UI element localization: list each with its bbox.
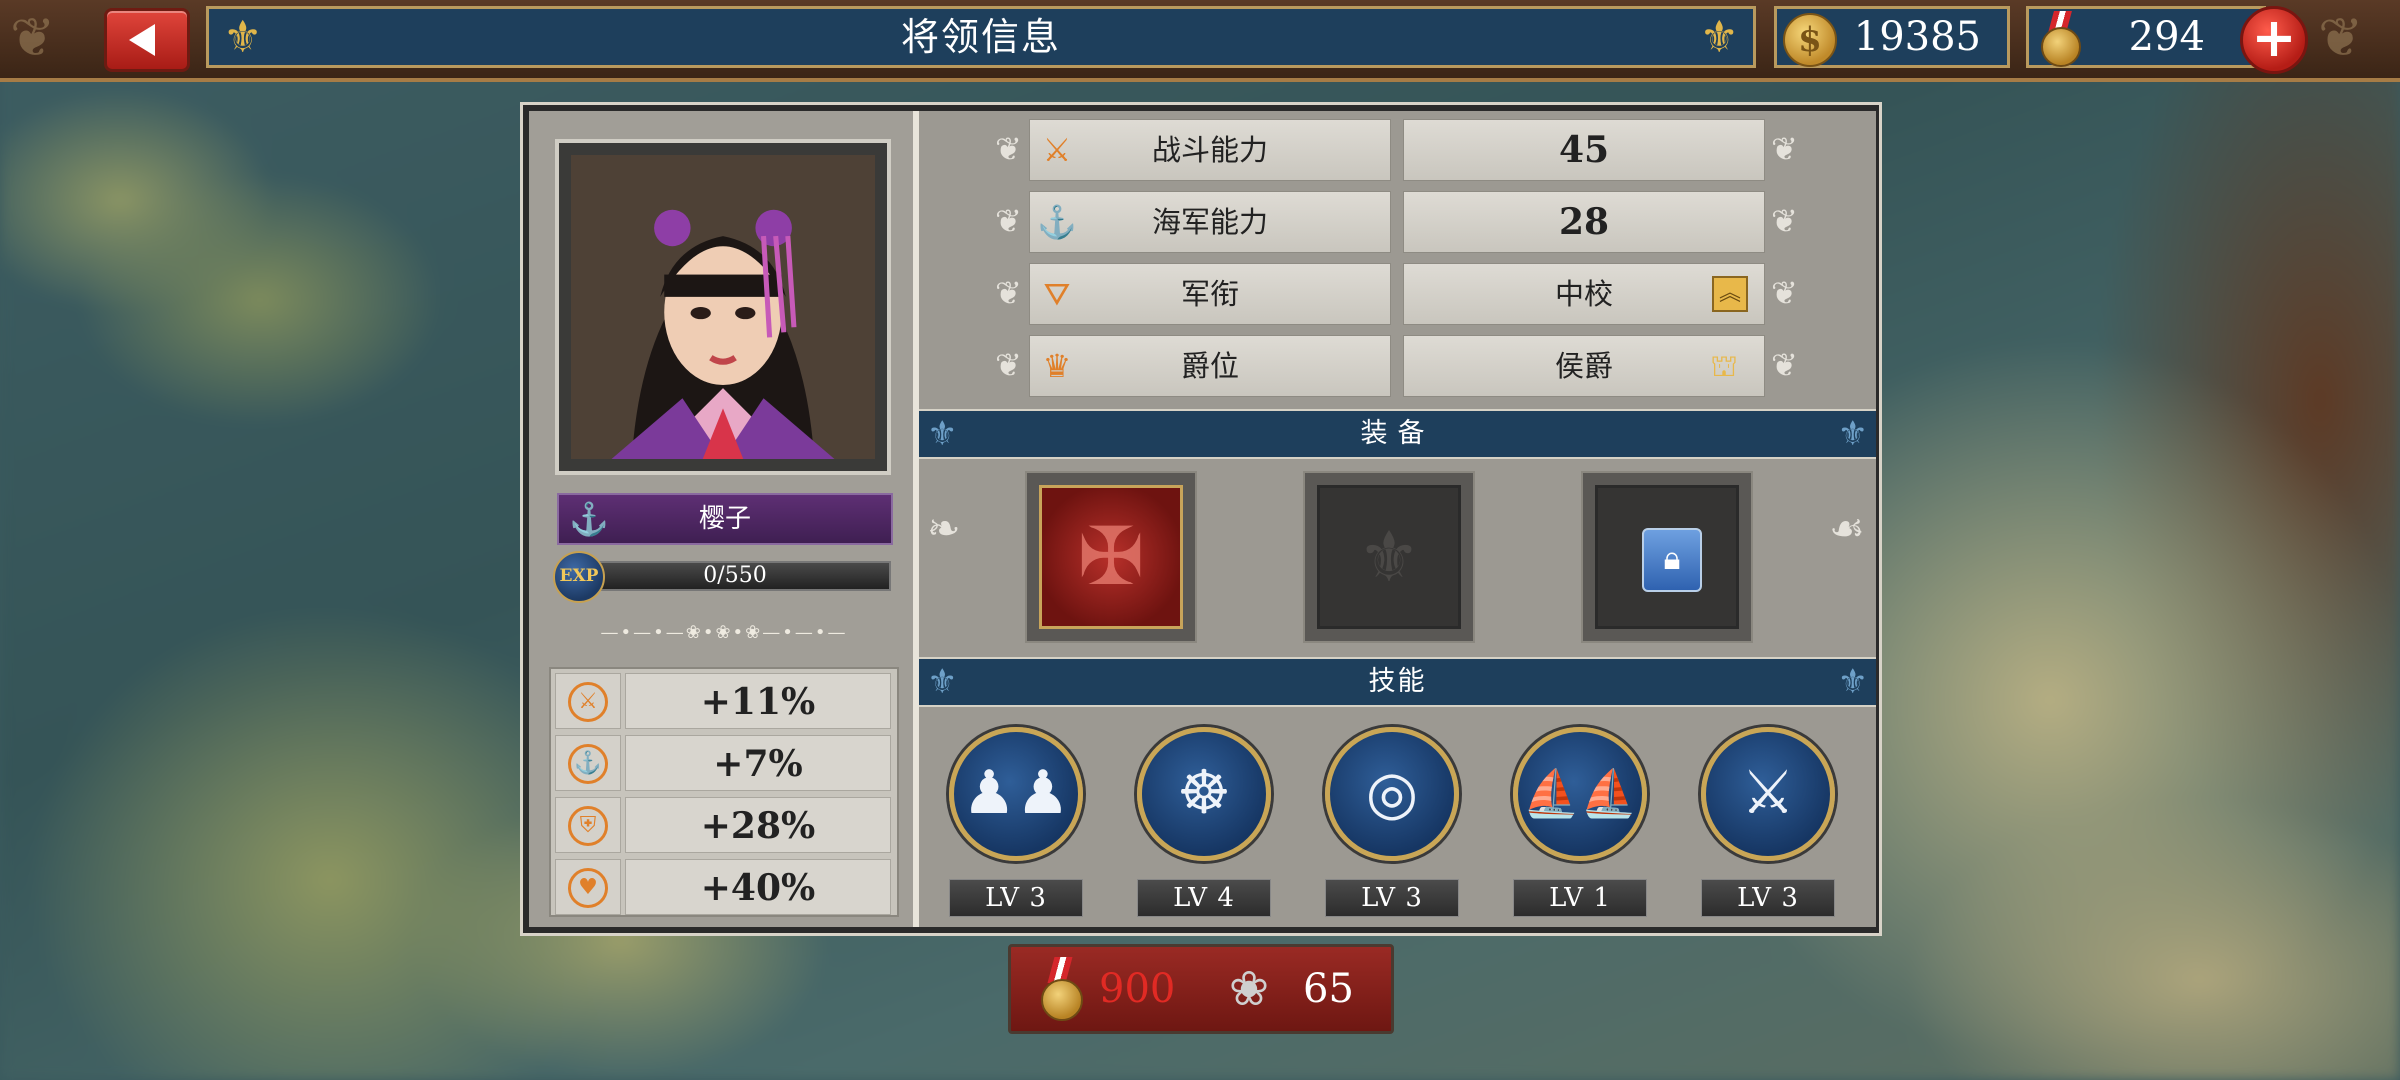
skill-1[interactable]: ♟♟ LV 3 [947,727,1087,927]
equipment-slot-1[interactable]: ✠ [1025,471,1197,643]
flower-icon: ❀ [1228,961,1270,1017]
side-ornament-icon: ❦ [995,346,1022,384]
skill-2[interactable]: ☸ LV 4 [1135,727,1275,927]
ship-wheel-icon: ☸ [1137,727,1271,861]
skill-3[interactable]: ◎ LV 3 [1323,727,1463,927]
top-bar: ❦ ❦ ⚜ 将领信息 ⚜ $ 19385 294 + [0,0,2400,82]
crossed-sabers-icon: ⚔ [1701,727,1835,861]
cost-display: 900 ❀ 65 [1008,944,1394,1034]
peerage-hat-icon: ⛫ [1710,349,1738,384]
left-ornament: ❦ [10,6,56,69]
anchor-bonus-icon: ⚓ [568,744,608,784]
bonus-value: +40% [700,867,816,909]
bonus-value: +7% [713,743,803,785]
back-arrow-icon [129,24,155,56]
equipment-slot-2[interactable]: ⚜ [1303,471,1475,643]
shield-bonus-icon: ⛨ [568,806,608,846]
exp-bar: 0/550 [579,561,891,591]
bonus-table: ⚔ +11% ⚓ +7% ⛨ +28% ♥ +40% [549,667,899,917]
portrait-image [571,155,875,459]
red-crest-icon: ✠ [1039,485,1183,629]
stat-row-naval: ❦ 海军能力 ⚓ 28 ❦ [919,187,1876,253]
side-ornament-icon: ❦ [995,130,1022,168]
side-ornament-icon: ❦ [1771,274,1798,312]
medal-cost-value: 900 [1099,966,1176,1012]
side-ornament-icon: ❦ [995,202,1022,240]
skill-level: LV 1 [1513,879,1647,917]
target-icon: ◎ [1325,727,1459,861]
skills-header: ⚜ 技能 ⚜ [919,657,1876,707]
rank-chevron-icon: ⛛ [1043,275,1071,313]
skill-level: LV 3 [949,879,1083,917]
coin-counter: $ 19385 [1774,6,2010,68]
fleur-placeholder-icon: ⚜ [1317,485,1461,629]
ornamental-divider: —•—•—❀•❀•❀—•—•— [600,622,848,643]
stat-value: 中校 [1554,277,1613,311]
general-name-bar: ⚓ 樱子 [557,493,893,545]
medal-value: 294 [2128,14,2205,60]
bonus-row: ⛨ +28% [551,793,897,853]
bonus-row: ♥ +40% [551,855,897,915]
title-bar: ⚜ 将领信息 ⚜ [206,6,1756,68]
fleur-icon: ⚜ [1837,662,1868,702]
coin-icon: $ [1783,13,1837,67]
side-ornament-icon: ❧ [927,506,961,552]
side-ornament-icon: ❦ [995,274,1022,312]
lock-icon: 🔒︎ [1642,528,1702,592]
general-details-column: ❦ 战斗能力 ⚔ 45 ❦ ❦ 海军能力 ⚓ 28 ❦ ❦ 军衔 ⛛ 中校 ︽ … [919,111,1876,927]
crossed-swords-icon: ⚔ [1042,131,1072,169]
general-info-panel: ⚓ 樱子 0/550 EXP —•—•—❀•❀•❀—•—•— ⚔ +11% ⚓ … [520,102,1882,936]
equipment-slot-3[interactable]: 🔒︎ [1581,471,1753,643]
general-portrait[interactable] [571,155,875,459]
fleet-icon: ⛵⛵ [1513,727,1647,861]
bonus-value: +28% [700,805,816,847]
skill-level: LV 4 [1137,879,1271,917]
general-name: 樱子 [698,504,751,534]
stat-row-combat: ❦ 战斗能力 ⚔ 45 ❦ [919,115,1876,181]
medal-icon [2037,11,2083,67]
skill-level: LV 3 [1325,879,1459,917]
skills-title: 技能 [1368,666,1427,697]
general-profile-column: ⚓ 樱子 0/550 EXP —•—•—❀•❀•❀—•—•— ⚔ +11% ⚓ … [529,111,913,927]
portrait-frame [555,139,891,475]
stat-row-rank: ❦ 军衔 ⛛ 中校 ︽ ❦ [919,259,1876,325]
coin-value: 19385 [1853,14,1981,60]
back-button[interactable] [104,8,190,72]
add-medals-button[interactable]: + [2240,6,2308,74]
equipment-title: 装备 [1360,418,1435,449]
exp-badge-icon: EXP [553,551,605,603]
medal-counter: 294 [2026,6,2266,68]
bonus-row: ⚔ +11% [551,669,897,729]
right-ornament: ❦ [2318,6,2364,69]
heart-bonus-icon: ♥ [568,868,608,908]
soldiers-icon: ♟♟ [949,727,1083,861]
fleur-icon: ⚜ [1699,12,1739,63]
skill-5[interactable]: ⚔ LV 3 [1699,727,1839,927]
skill-4[interactable]: ⛵⛵ LV 1 [1511,727,1651,927]
anchor-icon: ⚓ [1037,203,1077,241]
bonus-row: ⚓ +7% [551,731,897,791]
page-title: 将领信息 [900,15,1061,59]
flower-cost-value: 65 [1303,966,1354,1012]
stat-row-title: ❦ 爵位 ♛ 侯爵 ⛫ ❦ [919,331,1876,397]
exp-value: 0/550 [703,563,767,588]
rank-insignia-icon: ︽ [1712,276,1748,312]
equipment-header: ⚜ 装备 ⚜ [919,409,1876,459]
side-ornament-icon: ❦ [1771,130,1798,168]
skill-level: LV 3 [1701,879,1835,917]
side-ornament-icon: ☙ [1829,506,1865,552]
sword-bonus-icon: ⚔ [568,682,608,722]
crown-icon: ♛ [1042,347,1072,385]
medal-icon [1037,957,1083,1023]
stat-value: 28 [1558,201,1610,243]
side-ornament-icon: ❦ [1771,346,1798,384]
fleur-icon: ⚜ [1837,414,1868,454]
stat-value: 45 [1558,129,1610,171]
bonus-value: +11% [700,681,816,723]
side-ornament-icon: ❦ [1771,202,1798,240]
